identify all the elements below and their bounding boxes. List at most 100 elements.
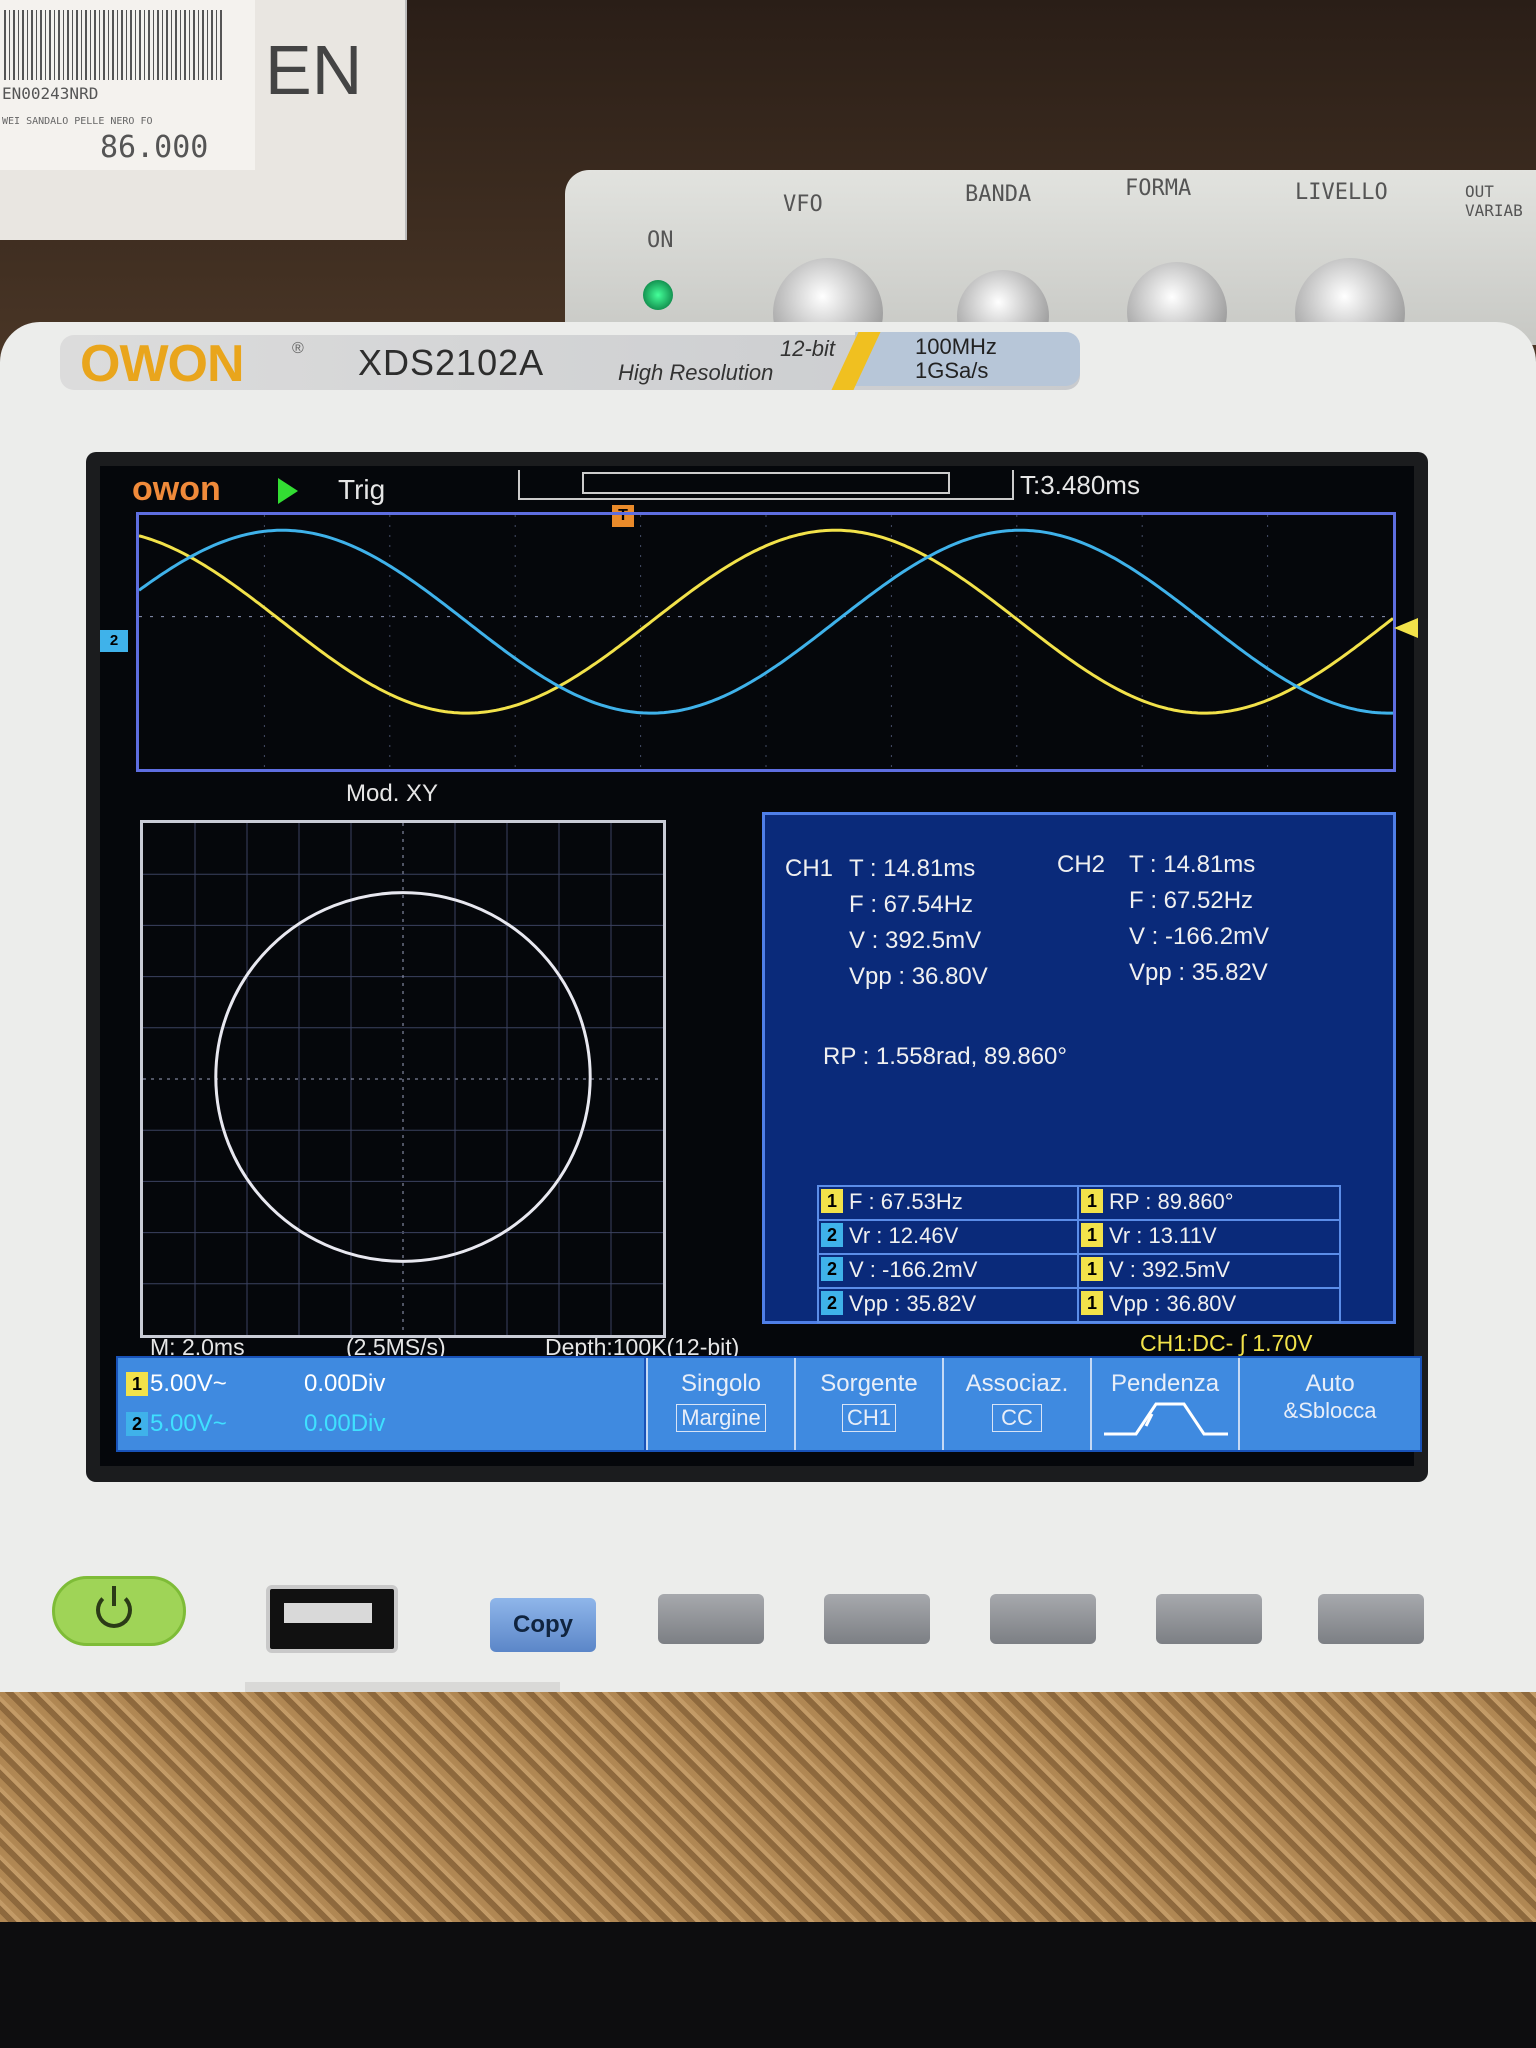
copy-button[interactable]: Copy <box>490 1598 596 1652</box>
ch2-level-marker: 2 <box>100 630 128 652</box>
screen-logo: owon <box>132 470 221 508</box>
channel-tag: 1 <box>1081 1189 1103 1213</box>
usb-icon <box>284 1603 372 1623</box>
table-cell: 1 Vpp : 36.80V <box>1077 1287 1341 1323</box>
generator-label: OUT VARIAB <box>1465 182 1523 220</box>
table-cell: 2 Vr : 12.46V <box>817 1219 1081 1255</box>
ch1-label: CH1 <box>785 855 834 882</box>
power-icon-line <box>112 1586 116 1606</box>
table-value: RP : 89.860° <box>1109 1189 1234 1214</box>
run-icon <box>278 478 298 504</box>
ch1-tag: 1 <box>126 1372 148 1396</box>
menu-auto-sblocca[interactable]: Auto &Sblocca <box>1238 1358 1420 1450</box>
ch2-period: T : 14.81ms <box>1129 851 1256 878</box>
box-description: WEI SANDALO PELLE NERO FO <box>2 116 153 127</box>
channel-tag: 2 <box>821 1291 843 1315</box>
trigger-level-marker <box>1394 618 1418 638</box>
channel-tag: 1 <box>1081 1291 1103 1315</box>
ch2-vpp: Vpp : 35.82V <box>1129 959 1268 986</box>
box-price: 86.000 <box>100 130 209 165</box>
table-value: Vr : 12.46V <box>849 1223 959 1248</box>
channel-tag: 1 <box>821 1189 843 1213</box>
menu-associaz[interactable]: Associaz. CC <box>942 1358 1090 1450</box>
power-led-icon <box>643 280 673 310</box>
memory-window <box>582 472 950 494</box>
ch1-period: T : 14.81ms <box>849 855 976 882</box>
measurement-panel: CH1 T : 14.81ms F : 67.54Hz V : 392.5mV … <box>762 812 1396 1324</box>
xy-plot <box>143 823 663 1335</box>
waveform-grid <box>139 515 1393 769</box>
xy-plot-area <box>140 820 666 1338</box>
menu-label: Sorgente <box>820 1370 918 1397</box>
table-value: Vpp : 35.82V <box>849 1291 977 1316</box>
ch2-tag: 2 <box>126 1412 148 1436</box>
ch2-voltage: V : -166.2mV <box>1129 923 1270 950</box>
menu-value: &Sblocca <box>1283 1398 1377 1423</box>
softkey-5[interactable] <box>1318 1594 1424 1644</box>
generator-label: BANDA <box>965 182 1032 207</box>
slope-icon <box>1104 1402 1228 1436</box>
signal-generator: ON VFO BANDA FORMA LIVELLO OUT VARIAB <box>565 170 1536 368</box>
box-code: EN00243NRD <box>2 84 99 103</box>
ch1-scale: 5.00V~ <box>150 1370 227 1397</box>
xy-grid <box>143 823 663 1335</box>
trigger-status: Trig <box>338 474 386 505</box>
menu-value: CC <box>992 1404 1042 1432</box>
menu-singolo[interactable]: Singolo Margine <box>646 1358 794 1450</box>
bit-depth: 12-bit <box>780 336 836 361</box>
menu-label: Auto <box>1305 1370 1355 1397</box>
menu-label: Pendenza <box>1110 1370 1220 1397</box>
softkey-3[interactable] <box>990 1594 1096 1644</box>
wooden-shelf <box>0 1692 1536 1922</box>
sample-rate: 1GSa/s <box>915 358 989 383</box>
ch1-frequency: F : 67.54Hz <box>849 891 974 918</box>
waveform-area <box>136 512 1396 772</box>
menu-label: Singolo <box>680 1370 762 1397</box>
ch1-voltage: V : 392.5mV <box>849 927 982 954</box>
trigger-setting: CH1:DC- ∫ 1.70V <box>1140 1330 1313 1356</box>
registered-icon: ® <box>292 340 304 357</box>
trigger-time: T:3.480ms <box>1020 470 1140 500</box>
table-value: V : -166.2mV <box>849 1257 978 1282</box>
menu-label: Associaz. <box>965 1370 1069 1397</box>
ch1-offset: 0.00Div <box>304 1370 386 1397</box>
generator-label: VFO <box>783 192 823 217</box>
generator-label: FORMA <box>1125 176 1192 201</box>
brand-logo: OWON <box>80 335 245 393</box>
table-value: F : 67.53Hz <box>849 1189 963 1214</box>
generator-label: ON <box>647 228 674 253</box>
channel-tag: 2 <box>821 1223 843 1247</box>
table-cell: 1 RP : 89.860° <box>1077 1185 1341 1221</box>
generator-label: LIVELLO <box>1295 180 1388 205</box>
xy-mode-title: Mod. XY <box>346 780 439 807</box>
barcode <box>4 10 224 80</box>
model-name: XDS2102A <box>358 342 545 383</box>
ch2-frequency: F : 67.52Hz <box>1129 887 1254 914</box>
table-cell: 1 Vr : 13.11V <box>1077 1219 1341 1255</box>
menu-pendenza[interactable]: Pendenza <box>1090 1358 1238 1450</box>
table-value: Vr : 13.11V <box>1109 1223 1217 1248</box>
menu-sorgente[interactable]: Sorgente CH1 <box>794 1358 942 1450</box>
lissajous-curve <box>214 891 592 1263</box>
resolution-label: High Resolution <box>618 360 774 385</box>
menu-value: CH1 <box>841 1404 896 1432</box>
softkey-1[interactable] <box>658 1594 764 1644</box>
channel-tag: 1 <box>1081 1257 1103 1281</box>
table-cell: 2V : -166.2mV <box>817 1253 1081 1289</box>
softkey-2[interactable] <box>824 1594 930 1644</box>
menu-value: Margine <box>676 1404 766 1432</box>
table-cell: 1V : 392.5mV <box>1077 1253 1341 1289</box>
shoe-box: EN00243NRD WEI SANDALO PELLE NERO FO 86.… <box>0 0 407 240</box>
ch2-offset: 0.00Div <box>304 1410 386 1437</box>
relative-phase: RP : 1.558rad, 89.860° <box>823 1043 1067 1070</box>
ch2-scale: 5.00V~ <box>150 1410 227 1437</box>
ch2-label: CH2 <box>1057 851 1106 878</box>
softkey-4[interactable] <box>1156 1594 1262 1644</box>
box-brand: EN <box>265 31 363 109</box>
channel-tag: 1 <box>1081 1223 1103 1247</box>
channel-tag: 2 <box>821 1257 843 1281</box>
channel-info: 1 5.00V~ 0.00Div 2 5.00V~ 0.00Div <box>118 1358 644 1450</box>
table-value: V : 392.5mV <box>1109 1257 1231 1282</box>
shelf-underside <box>0 1922 1536 2048</box>
bandwidth: 100MHz <box>915 334 997 359</box>
